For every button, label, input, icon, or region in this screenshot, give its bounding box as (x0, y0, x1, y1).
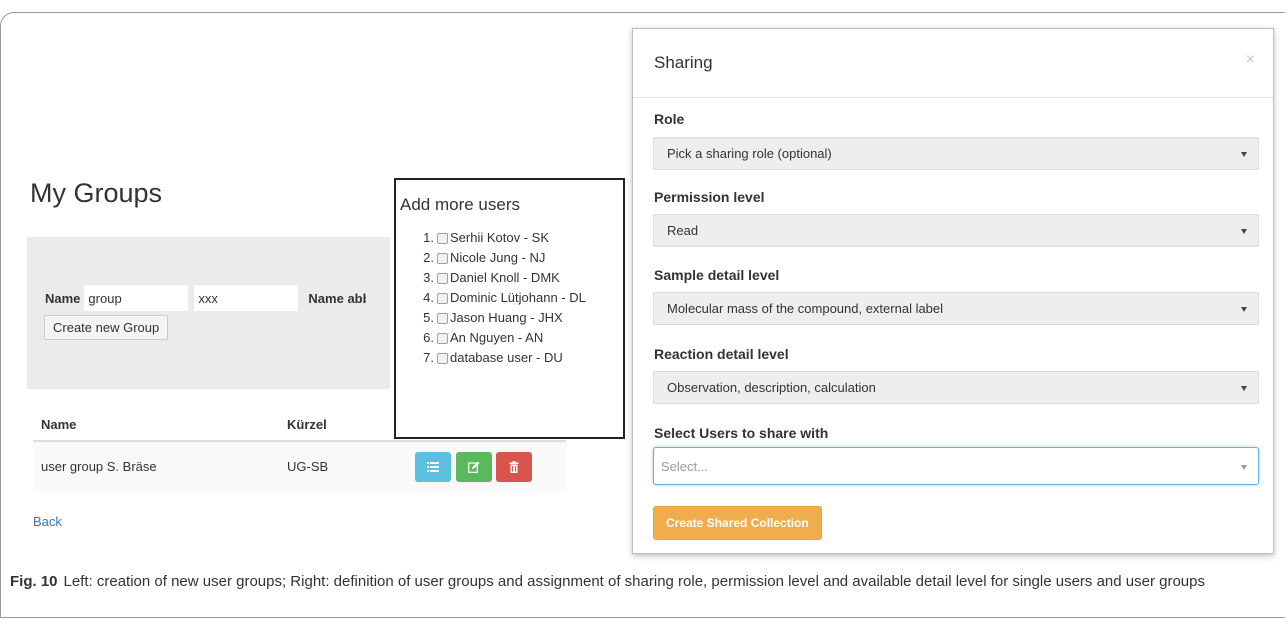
group-name-cell: user group S. Bräse (33, 441, 279, 491)
group-name-input[interactable] (84, 285, 189, 311)
caret-down-icon (1241, 307, 1247, 312)
user-label: Serhii Kotov - SK (450, 230, 549, 245)
add-users-title: Add more users (400, 195, 520, 214)
item-number: 6. (423, 330, 434, 345)
show-members-button[interactable] (415, 451, 451, 482)
figure-number: Fig. 10 (10, 573, 58, 590)
list-item: 4. Dominic Lütjohann - DL (420, 288, 586, 308)
user-checkbox[interactable] (437, 232, 448, 244)
reaction-detail-level-select[interactable]: Observation, description, calculation (653, 371, 1259, 404)
caret-down-icon (1241, 229, 1247, 234)
create-new-group-button[interactable]: Create new Group (44, 315, 169, 340)
list-item: 7. database user - DU (420, 348, 586, 368)
trash-icon (509, 460, 519, 473)
role-label: Role (654, 111, 685, 127)
item-number: 2. (423, 250, 434, 265)
caret-down-icon (1241, 465, 1247, 470)
sample-detail-level-label: Sample detail level (654, 267, 780, 283)
role-select-value: Pick a sharing role (optional) (667, 146, 832, 161)
caret-down-icon (1241, 386, 1247, 391)
item-number: 7. (423, 350, 434, 365)
list-item: 5. Jason Huang - JHX (420, 308, 586, 328)
sample-detail-level-select[interactable]: Molecular mass of the compound, external… (653, 292, 1259, 325)
select-users-placeholder: Select... (661, 458, 708, 474)
user-checkbox[interactable] (437, 352, 448, 364)
permission-level-label: Permission level (654, 189, 765, 205)
user-checkbox[interactable] (437, 292, 448, 304)
reaction-detail-level-value: Observation, description, calculation (667, 380, 876, 395)
caret-down-icon (1241, 152, 1247, 157)
edit-group-button[interactable] (455, 451, 492, 482)
reaction-detail-level-label: Reaction detail level (654, 346, 789, 362)
user-label: Jason Huang - JHX (450, 310, 563, 325)
caption-text: Left: creation of new user groups; Right… (63, 573, 1205, 590)
user-label: An Nguyen - AN (450, 330, 544, 345)
sample-detail-level-value: Molecular mass of the compound, external… (667, 301, 944, 316)
role-select[interactable]: Pick a sharing role (optional) (653, 137, 1259, 170)
item-number: 5. (423, 310, 434, 325)
create-shared-collection-button[interactable]: Create Shared Collection (653, 506, 822, 540)
table-row: user group S. Bräse UG-SB (33, 441, 566, 491)
list-item: 1. Serhii Kotov - SK (420, 228, 586, 248)
back-link[interactable]: Back (33, 514, 62, 529)
user-checkbox[interactable] (437, 332, 448, 344)
user-label: Dominic Lütjohann - DL (450, 290, 586, 305)
figure-caption: Fig. 10 Left: creation of new user groups… (10, 571, 1250, 592)
column-header-kuerzel: Kürzel (279, 408, 407, 442)
group-kuerzel-cell: UG-SB (279, 441, 407, 491)
users-list: 1. Serhii Kotov - SK 2. Nicole Jung - NJ 3… (420, 228, 586, 368)
name-abbreviation-label: Name abbrev (308, 290, 366, 306)
new-group-form: Name Name abbrev Create new Group (27, 237, 390, 389)
list-item: 6. An Nguyen - AN (420, 328, 586, 348)
user-checkbox[interactable] (437, 312, 448, 324)
item-number: 1. (423, 230, 434, 245)
modal-header: Sharing × (633, 29, 1273, 98)
user-label: database user - DU (450, 350, 563, 365)
item-number: 4. (423, 290, 434, 305)
select-users-label: Select Users to share with (654, 425, 829, 441)
permission-level-value: Read (667, 223, 699, 238)
form-row: Name Name abbrev (45, 285, 370, 311)
page-title: My Groups (30, 178, 163, 208)
item-number: 3. (423, 270, 434, 285)
user-label: Daniel Knoll - DMK (450, 270, 560, 285)
user-checkbox[interactable] (437, 252, 448, 264)
permission-level-select[interactable]: Read (653, 214, 1259, 247)
sharing-modal: Sharing × Role Pick a sharing role (opti… (632, 28, 1274, 554)
column-header-name: Name (33, 408, 279, 442)
user-checkbox[interactable] (437, 272, 448, 284)
close-icon[interactable]: × (1246, 51, 1255, 69)
select-users-input[interactable]: Select... (653, 447, 1259, 485)
modal-title: Sharing (654, 53, 713, 72)
name-label: Name (45, 290, 81, 306)
list-item: 2. Nicole Jung - NJ (420, 248, 586, 268)
add-users-popover: Add more users 1. Serhii Kotov - SK 2. Nic… (394, 178, 625, 439)
delete-group-button[interactable] (496, 451, 533, 482)
list-item: 3. Daniel Knoll - DMK (420, 268, 586, 288)
group-second-input[interactable] (194, 285, 299, 311)
group-actions-cell (407, 441, 566, 491)
user-label: Nicole Jung - NJ (450, 250, 546, 265)
edit-icon (467, 461, 480, 473)
list-icon (427, 461, 439, 472)
